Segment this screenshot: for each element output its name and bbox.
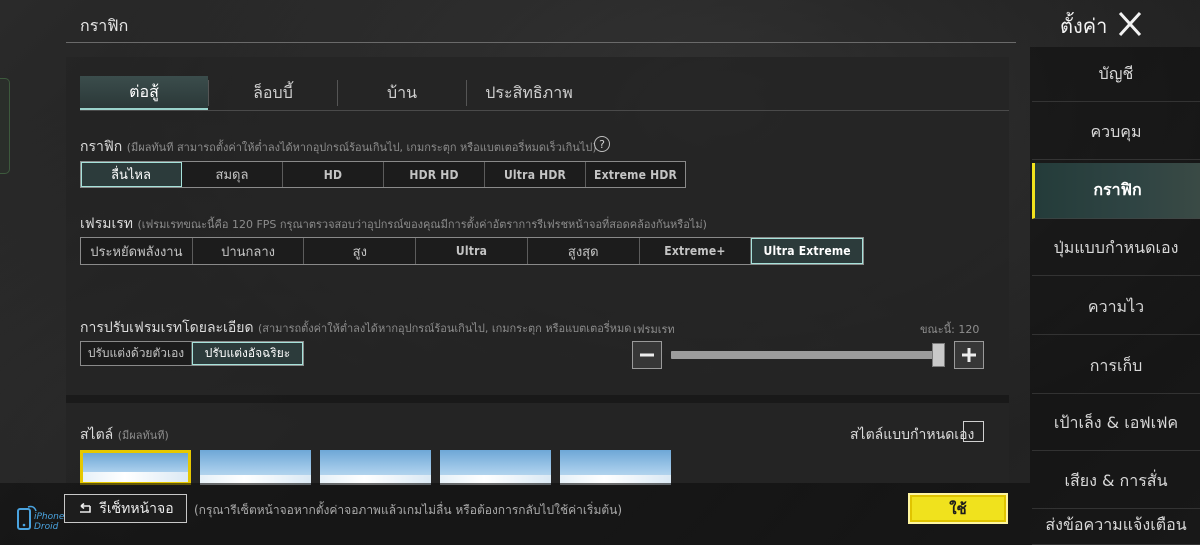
framerate-option-high[interactable]: สูง [304, 238, 417, 264]
style-thumbnail-4[interactable] [440, 450, 551, 485]
tab-combat[interactable]: ต่อสู้ [80, 76, 208, 110]
graphics-quality-selector: ลื่นไหล สมดุล HD HDR HD Ultra HDR Extrem… [80, 161, 686, 188]
sidebar-item-crosshair-effects[interactable]: เป้าเล็ง & เอฟเฟค [1032, 397, 1200, 451]
slider-label: เฟรมเรท [633, 323, 675, 336]
sidebar-item-notifications[interactable]: ส่งข้อความแจ้งเตือน [1032, 513, 1200, 545]
style-thumbnail-1[interactable] [80, 450, 191, 485]
reset-label: รีเซ็ทหน้าจอ [99, 500, 174, 517]
sidebar-item-pickup[interactable]: การเก็บ [1032, 340, 1200, 394]
help-icon[interactable]: ? [594, 136, 610, 152]
reset-note: (กรุณารีเซ็ตหน้าจอหากตั้งค่าจอภาพแล้วเกม… [194, 503, 623, 517]
fine-tune-option-smart[interactable]: ปรับแต่งอัจฉริยะ [192, 342, 303, 365]
framerate-slider-fill [671, 351, 934, 359]
apply-button[interactable]: ใช้ [908, 493, 1008, 524]
framerate-option-max[interactable]: สูงสุด [528, 238, 640, 264]
framerate-selector: ประหยัดพลังงาน ปานกลาง สูง Ultra สูงสุด … [80, 237, 864, 265]
graphics-option-hdr-hd[interactable]: HDR HD [384, 162, 485, 187]
framerate-option-extreme-plus[interactable]: Extreme+ [640, 238, 752, 264]
plus-icon [962, 348, 976, 362]
sidebar-item-account[interactable]: บัญชี [1032, 48, 1200, 102]
graphics-option-hd[interactable]: HD [283, 162, 384, 187]
header-divider [66, 42, 1016, 43]
edge-decoration [0, 78, 10, 174]
tab-lobby[interactable]: ล็อบบี้ [209, 76, 337, 110]
style-thumbnail-3[interactable] [320, 450, 431, 485]
watermark-line-1: iPhone [34, 512, 65, 522]
panel-separator [66, 395, 1009, 403]
slider-current-value: ขณะนี้: 120 [920, 323, 980, 336]
framerate-note: (เฟรมเรทขณะนี้คือ 120 FPS กรุณาตรวจสอบว่… [137, 218, 707, 231]
framerate-option-medium[interactable]: ปานกลาง [193, 238, 305, 264]
graphics-title: กราฟิก [80, 139, 123, 155]
style-note: (มีผลทันที) [117, 429, 169, 442]
style-thumbnail-2[interactable] [200, 450, 311, 485]
tab-home[interactable]: บ้าน [338, 76, 466, 110]
sidebar-item-sound-vibration[interactable]: เสียง & การสั่น [1032, 455, 1200, 509]
graphics-option-ultra-hdr[interactable]: Ultra HDR [485, 162, 586, 187]
reset-screen-button[interactable]: รีเซ็ทหน้าจอ [64, 494, 187, 523]
sidebar-item-graphics[interactable]: กราฟิก [1032, 163, 1200, 219]
framerate-option-power-saving[interactable]: ประหยัดพลังงาน [81, 238, 193, 264]
close-button[interactable] [1114, 8, 1146, 40]
framerate-label: เฟรมเรท (เฟรมเรทขณะนี้คือ 120 FPS กรุณาต… [80, 213, 707, 235]
page-title: กราฟิก [80, 16, 129, 35]
fine-tune-label: การปรับเฟรมเรทโดยละเอียด (สามารถตั้งค่าใ… [80, 317, 631, 339]
style-title: สไตล์ [80, 427, 114, 443]
minus-icon [640, 353, 654, 357]
graphics-note: (มีผลทันที สามารถตั้งค่าให้ต่ำลงได้หากอุ… [126, 141, 597, 154]
custom-style-checkbox[interactable] [963, 421, 984, 442]
graphics-option-extreme-hdr[interactable]: Extreme HDR [586, 162, 685, 187]
graphics-label: กราฟิก (มีผลทันที สามารถตั้งค่าให้ต่ำลงไ… [80, 136, 597, 158]
graphics-option-balanced[interactable]: สมดุล [182, 162, 283, 187]
tab-performance[interactable]: ประสิทธิภาพ [467, 76, 591, 110]
fine-tune-mode-selector: ปรับแต่งด้วยตัวเอง ปรับแต่งอัจฉริยะ [80, 341, 304, 366]
fine-tune-title: การปรับเฟรมเรทโดยละเอียด [80, 320, 254, 336]
settings-title: ตั้งค่า [1060, 14, 1108, 38]
watermark-logo: iPhone Droid [14, 503, 72, 537]
sidebar-item-controls[interactable]: ควบคุม [1032, 106, 1200, 160]
slider-increase-button[interactable] [954, 341, 984, 369]
style-label: สไตล์ (มีผลทันที) [80, 424, 169, 446]
slider-decrease-button[interactable] [632, 341, 662, 369]
framerate-option-ultra-extreme[interactable]: Ultra Extreme [751, 238, 864, 264]
fine-tune-note: (สามารถตั้งค่าให้ต่ำลงได้หากอุปกรณ์ร้อนเ… [257, 322, 632, 335]
sidebar-item-sensitivity[interactable]: ความไว [1032, 281, 1200, 335]
style-thumbnail-5[interactable] [560, 450, 671, 485]
reset-icon [80, 502, 92, 513]
close-icon [1118, 11, 1142, 37]
watermark-line-2: Droid [34, 522, 59, 532]
sidebar-item-custom-buttons[interactable]: ปุ่มแบบกำหนดเอง [1032, 222, 1200, 276]
framerate-slider-thumb[interactable] [932, 343, 945, 367]
framerate-title: เฟรมเรท [80, 216, 133, 232]
framerate-option-ultra[interactable]: Ultra [416, 238, 528, 264]
graphics-option-smooth[interactable]: ลื่นไหล [81, 162, 182, 187]
tabs-divider [80, 110, 1009, 111]
fine-tune-option-manual[interactable]: ปรับแต่งด้วยตัวเอง [81, 342, 192, 365]
custom-style-label: สไตล์แบบกำหนดเอง [850, 427, 975, 443]
